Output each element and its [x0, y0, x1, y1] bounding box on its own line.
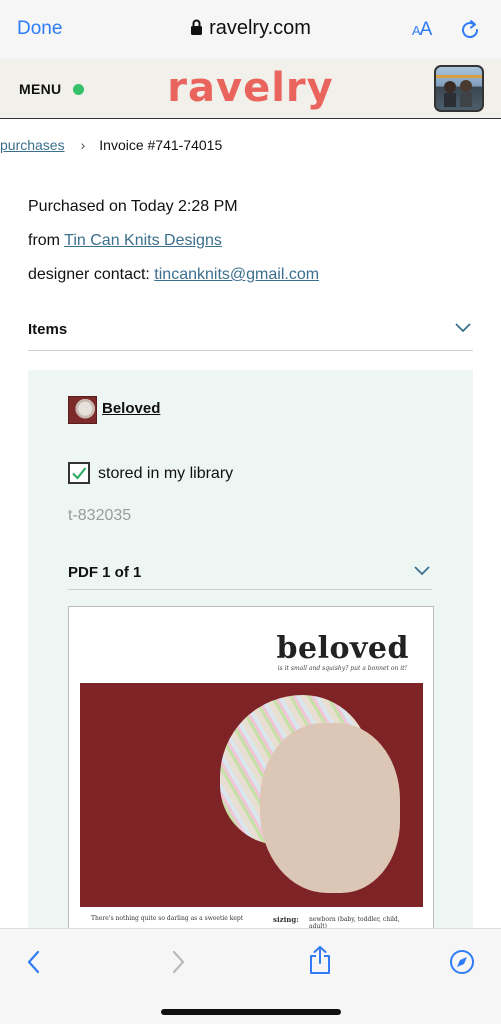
forward-icon[interactable] — [166, 949, 192, 975]
pattern-thumbnail[interactable] — [68, 396, 97, 424]
baby-illustration — [260, 723, 400, 893]
breadcrumb-purchases-link[interactable]: purchases — [0, 137, 65, 153]
items-heading: Items — [28, 321, 68, 338]
chevron-down-icon — [455, 323, 471, 333]
pdf-footer-text: There's nothing quite so darling as a sw… — [91, 915, 244, 922]
pdf-heading: PDF 1 of 1 — [68, 564, 142, 581]
lock-icon — [190, 19, 203, 42]
purchased-date: Today 2:28 PM — [130, 198, 238, 215]
pattern-code: t-832035 — [68, 507, 132, 524]
back-icon[interactable] — [22, 949, 48, 975]
pdf-sizing-label: sizing: — [273, 915, 299, 924]
pdf-footer: There's nothing quite so darling as a sw… — [91, 915, 411, 930]
from-line: from Tin Can Knits Designs — [28, 232, 222, 249]
items-section-header[interactable]: Items — [28, 321, 473, 351]
contact-line: designer contact: tincanknits@gmail.com — [28, 266, 320, 283]
url-text: ravelry.com — [209, 17, 311, 39]
pdf-preview[interactable]: beloved is it small and squishy? put a b… — [68, 606, 434, 936]
text-size-button[interactable]: AA — [412, 19, 432, 41]
pdf-tagline: is it small and squishy? put a bonnet on… — [277, 665, 407, 672]
ravelry-logo[interactable]: ravelry — [0, 65, 501, 111]
checkmark-icon — [72, 467, 87, 480]
share-icon[interactable] — [307, 945, 333, 974]
avatar[interactable] — [434, 65, 484, 112]
home-indicator — [161, 1009, 341, 1015]
pdf-section-header[interactable]: PDF 1 of 1 — [68, 564, 432, 590]
breadcrumb-current: Invoice #741-74015 — [99, 137, 223, 153]
designer-email-link[interactable]: tincanknits@gmail.com — [154, 266, 319, 283]
compass-icon[interactable] — [449, 949, 475, 975]
library-label: stored in my library — [98, 465, 234, 482]
pdf-cover-photo — [80, 683, 423, 907]
pattern-title-link[interactable]: Beloved — [102, 400, 160, 417]
breadcrumb: purchases › Invoice #741-74015 — [0, 137, 222, 153]
reload-icon[interactable] — [458, 18, 482, 42]
purchased-line: Purchased on Today 2:28 PM — [28, 198, 238, 215]
library-checkbox[interactable] — [68, 462, 90, 484]
site-header: MENU ravelry — [0, 58, 501, 119]
item-panel: Beloved stored in my library t-832035 PD… — [28, 370, 473, 936]
browser-top-bar: Done ravelry.com AA — [0, 0, 501, 58]
chevron-right-icon: › — [80, 137, 86, 153]
pdf-title: beloved — [276, 631, 409, 666]
chevron-down-icon — [414, 566, 430, 576]
designer-link[interactable]: Tin Can Knits Designs — [64, 232, 222, 249]
